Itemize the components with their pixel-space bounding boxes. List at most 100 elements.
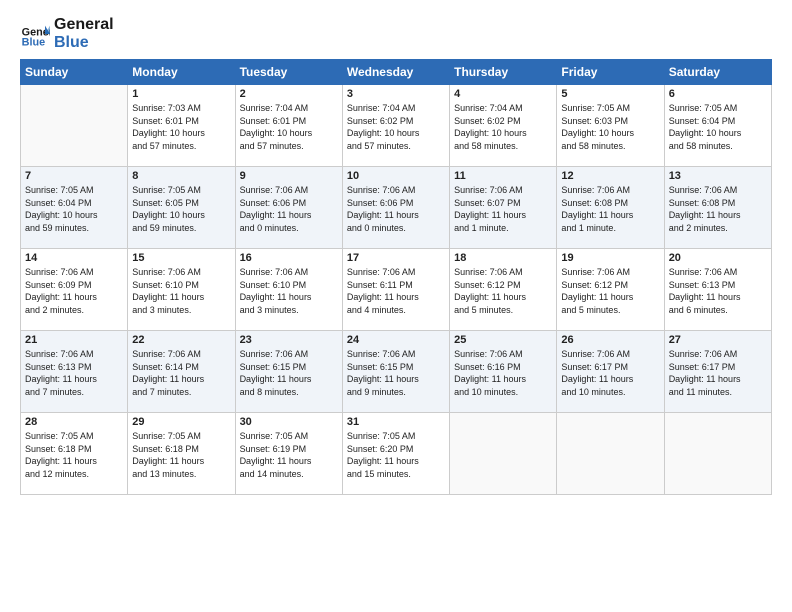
day-info: Sunrise: 7:05 AMSunset: 6:18 PMDaylight:… xyxy=(132,430,230,480)
calendar-cell xyxy=(450,413,557,495)
day-number: 29 xyxy=(132,416,230,428)
calendar-cell xyxy=(664,413,771,495)
calendar-cell: 15 Sunrise: 7:06 AMSunset: 6:10 PMDayligh… xyxy=(128,249,235,331)
day-info: Sunrise: 7:06 AMSunset: 6:14 PMDaylight:… xyxy=(132,348,230,398)
day-info: Sunrise: 7:06 AMSunset: 6:08 PMDaylight:… xyxy=(561,184,659,234)
day-header-row: SundayMondayTuesdayWednesdayThursdayFrid… xyxy=(21,60,772,85)
day-number: 25 xyxy=(454,334,552,346)
day-info: Sunrise: 7:04 AMSunset: 6:02 PMDaylight:… xyxy=(347,102,445,152)
day-number: 15 xyxy=(132,252,230,264)
calendar-cell: 8 Sunrise: 7:05 AMSunset: 6:05 PMDaylight… xyxy=(128,167,235,249)
day-header-sunday: Sunday xyxy=(21,60,128,85)
week-row-2: 7Sunrise: 7:05 AMSunset: 6:04 PMDaylight… xyxy=(21,167,772,249)
day-number: 11 xyxy=(454,170,552,182)
calendar-cell: 28 Sunrise: 7:05 AMSunset: 6:18 PMDayligh… xyxy=(21,413,128,495)
calendar-table: SundayMondayTuesdayWednesdayThursdayFrid… xyxy=(20,59,772,495)
day-number: 21 xyxy=(25,334,123,346)
day-info: Sunrise: 7:04 AMSunset: 6:01 PMDaylight:… xyxy=(240,102,338,152)
calendar-cell: 25 Sunrise: 7:06 AMSunset: 6:16 PMDayligh… xyxy=(450,331,557,413)
day-number: 23 xyxy=(240,334,338,346)
day-number: 16 xyxy=(240,252,338,264)
calendar-cell: 9 Sunrise: 7:06 AMSunset: 6:06 PMDaylight… xyxy=(235,167,342,249)
calendar-cell: 3Sunrise: 7:04 AMSunset: 6:02 PMDaylight… xyxy=(342,85,449,167)
calendar-cell: 20 Sunrise: 7:06 AMSunset: 6:13 PMDayligh… xyxy=(664,249,771,331)
calendar-cell: 16 Sunrise: 7:06 AMSunset: 6:10 PMDayligh… xyxy=(235,249,342,331)
calendar-cell: 22 Sunrise: 7:06 AMSunset: 6:14 PMDayligh… xyxy=(128,331,235,413)
day-number: 28 xyxy=(25,416,123,428)
day-number: 10 xyxy=(347,170,445,182)
day-number: 5 xyxy=(561,88,659,100)
calendar-cell: 2 Sunrise: 7:04 AMSunset: 6:01 PMDaylight… xyxy=(235,85,342,167)
day-number: 24 xyxy=(347,334,445,346)
day-info: Sunrise: 7:03 AMSunset: 6:01 PMDaylight:… xyxy=(132,102,230,152)
calendar-cell: 23 Sunrise: 7:06 AMSunset: 6:15 PMDayligh… xyxy=(235,331,342,413)
day-number: 14 xyxy=(25,252,123,264)
day-number: 30 xyxy=(240,416,338,428)
day-info: Sunrise: 7:06 AMSunset: 6:15 PMDaylight:… xyxy=(240,348,338,398)
day-number: 4 xyxy=(454,88,552,100)
day-info: Sunrise: 7:06 AMSunset: 6:16 PMDaylight:… xyxy=(454,348,552,398)
week-row-1: 1 Sunrise: 7:03 AMSunset: 6:01 PMDaylight… xyxy=(21,85,772,167)
calendar-cell: 29 Sunrise: 7:05 AMSunset: 6:18 PMDayligh… xyxy=(128,413,235,495)
day-info: Sunrise: 7:05 AMSunset: 6:04 PMDaylight:… xyxy=(25,184,123,234)
logo-icon: General Blue xyxy=(20,19,50,49)
calendar-cell: 5Sunrise: 7:05 AMSunset: 6:03 PMDaylight… xyxy=(557,85,664,167)
day-number: 8 xyxy=(132,170,230,182)
calendar-cell: 17 Sunrise: 7:06 AMSunset: 6:11 PMDayligh… xyxy=(342,249,449,331)
day-info: Sunrise: 7:06 AMSunset: 6:17 PMDaylight:… xyxy=(561,348,659,398)
day-info: Sunrise: 7:06 AMSunset: 6:12 PMDaylight:… xyxy=(561,266,659,316)
day-number: 6 xyxy=(669,88,767,100)
calendar-cell: 27 Sunrise: 7:06 AMSunset: 6:17 PMDayligh… xyxy=(664,331,771,413)
day-number: 27 xyxy=(669,334,767,346)
day-number: 13 xyxy=(669,170,767,182)
calendar-cell: 1 Sunrise: 7:03 AMSunset: 6:01 PMDaylight… xyxy=(128,85,235,167)
calendar-cell: 10Sunrise: 7:06 AMSunset: 6:06 PMDayligh… xyxy=(342,167,449,249)
logo-general: General xyxy=(54,16,114,34)
calendar-cell: 21 Sunrise: 7:06 AMSunset: 6:13 PMDayligh… xyxy=(21,331,128,413)
logo-blue: Blue xyxy=(54,34,114,52)
day-number: 22 xyxy=(132,334,230,346)
day-header-wednesday: Wednesday xyxy=(342,60,449,85)
day-number: 12 xyxy=(561,170,659,182)
day-info: Sunrise: 7:06 AMSunset: 6:15 PMDaylight:… xyxy=(347,348,445,398)
day-header-saturday: Saturday xyxy=(664,60,771,85)
day-number: 20 xyxy=(669,252,767,264)
day-info: Sunrise: 7:06 AMSunset: 6:10 PMDaylight:… xyxy=(132,266,230,316)
day-header-friday: Friday xyxy=(557,60,664,85)
day-info: Sunrise: 7:06 AMSunset: 6:13 PMDaylight:… xyxy=(25,348,123,398)
day-info: Sunrise: 7:05 AMSunset: 6:19 PMDaylight:… xyxy=(240,430,338,480)
calendar-cell: 18Sunrise: 7:06 AMSunset: 6:12 PMDayligh… xyxy=(450,249,557,331)
day-info: Sunrise: 7:05 AMSunset: 6:05 PMDaylight:… xyxy=(132,184,230,234)
day-number: 31 xyxy=(347,416,445,428)
day-info: Sunrise: 7:06 AMSunset: 6:11 PMDaylight:… xyxy=(347,266,445,316)
logo: General Blue General Blue xyxy=(20,16,114,51)
calendar-cell: 7Sunrise: 7:05 AMSunset: 6:04 PMDaylight… xyxy=(21,167,128,249)
calendar-cell: 26Sunrise: 7:06 AMSunset: 6:17 PMDayligh… xyxy=(557,331,664,413)
header: General Blue General Blue xyxy=(20,16,772,51)
calendar-cell: 14 Sunrise: 7:06 AMSunset: 6:09 PMDayligh… xyxy=(21,249,128,331)
day-info: Sunrise: 7:05 AMSunset: 6:18 PMDaylight:… xyxy=(25,430,123,480)
calendar-cell: 12 Sunrise: 7:06 AMSunset: 6:08 PMDayligh… xyxy=(557,167,664,249)
calendar-cell: 24 Sunrise: 7:06 AMSunset: 6:15 PMDayligh… xyxy=(342,331,449,413)
calendar-cell: 6Sunrise: 7:05 AMSunset: 6:04 PMDaylight… xyxy=(664,85,771,167)
week-row-3: 14 Sunrise: 7:06 AMSunset: 6:09 PMDayligh… xyxy=(21,249,772,331)
day-info: Sunrise: 7:06 AMSunset: 6:09 PMDaylight:… xyxy=(25,266,123,316)
day-info: Sunrise: 7:05 AMSunset: 6:20 PMDaylight:… xyxy=(347,430,445,480)
calendar-cell xyxy=(557,413,664,495)
day-number: 17 xyxy=(347,252,445,264)
calendar-cell: 4 Sunrise: 7:04 AMSunset: 6:02 PMDaylight… xyxy=(450,85,557,167)
week-row-4: 21 Sunrise: 7:06 AMSunset: 6:13 PMDayligh… xyxy=(21,331,772,413)
day-info: Sunrise: 7:06 AMSunset: 6:07 PMDaylight:… xyxy=(454,184,552,234)
day-number: 2 xyxy=(240,88,338,100)
day-info: Sunrise: 7:06 AMSunset: 6:10 PMDaylight:… xyxy=(240,266,338,316)
day-number: 9 xyxy=(240,170,338,182)
calendar-cell: 30 Sunrise: 7:05 AMSunset: 6:19 PMDayligh… xyxy=(235,413,342,495)
day-number: 1 xyxy=(132,88,230,100)
day-info: Sunrise: 7:06 AMSunset: 6:06 PMDaylight:… xyxy=(240,184,338,234)
day-info: Sunrise: 7:04 AMSunset: 6:02 PMDaylight:… xyxy=(454,102,552,152)
day-header-tuesday: Tuesday xyxy=(235,60,342,85)
day-info: Sunrise: 7:06 AMSunset: 6:13 PMDaylight:… xyxy=(669,266,767,316)
day-header-thursday: Thursday xyxy=(450,60,557,85)
day-info: Sunrise: 7:06 AMSunset: 6:17 PMDaylight:… xyxy=(669,348,767,398)
calendar-cell: 11 Sunrise: 7:06 AMSunset: 6:07 PMDayligh… xyxy=(450,167,557,249)
